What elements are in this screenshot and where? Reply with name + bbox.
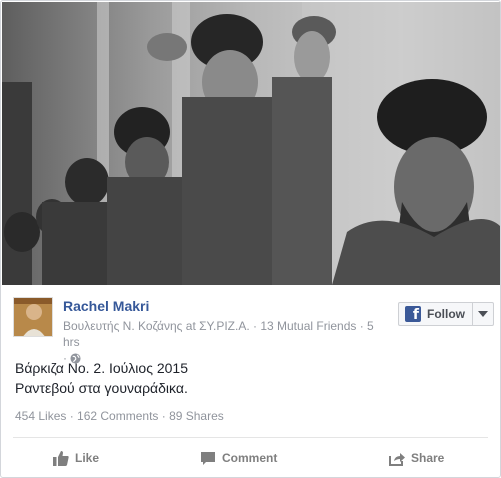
message-line-1: Βάρκιζα Νο. 2. Ιούλιος 2015 [15, 360, 188, 376]
facebook-f-icon: f [405, 306, 421, 322]
post-message: Βάρκιζα Νο. 2. Ιούλιος 2015 Ραντεβού στα… [15, 358, 188, 398]
share-label: Share [411, 451, 445, 465]
follow-control: f Follow [398, 302, 494, 326]
message-line-2: Ραντεβού στα γουναράδικα. [15, 380, 188, 396]
engagement-stats[interactable]: 454 Likes · 162 Comments · 89 Shares [15, 409, 224, 423]
facebook-post-card: Rachel Makri Βουλευτής Ν. Κοζάνης at ΣΥ.… [0, 0, 501, 478]
thumbs-up-icon [53, 451, 69, 466]
follow-menu-button[interactable] [472, 302, 494, 326]
follow-button[interactable]: f Follow [398, 302, 472, 326]
follow-label: Follow [427, 307, 465, 321]
like-button[interactable]: Like [53, 448, 99, 468]
post-meta-line[interactable]: Βουλευτής Ν. Κοζάνης at ΣΥ.ΡΙΖ.Α. · 13 M… [63, 319, 374, 349]
share-button[interactable]: Share [389, 448, 444, 468]
share-arrow-icon [389, 452, 405, 466]
comment-label: Comment [222, 451, 278, 465]
author-name[interactable]: Rachel Makri [63, 298, 149, 314]
chevron-down-icon [478, 311, 488, 317]
actions-divider [13, 437, 488, 438]
speech-bubble-icon [201, 451, 215, 465]
author-avatar[interactable] [13, 297, 53, 337]
post-photo[interactable] [2, 2, 500, 285]
comment-button[interactable]: Comment [200, 448, 277, 468]
like-label: Like [75, 451, 100, 465]
